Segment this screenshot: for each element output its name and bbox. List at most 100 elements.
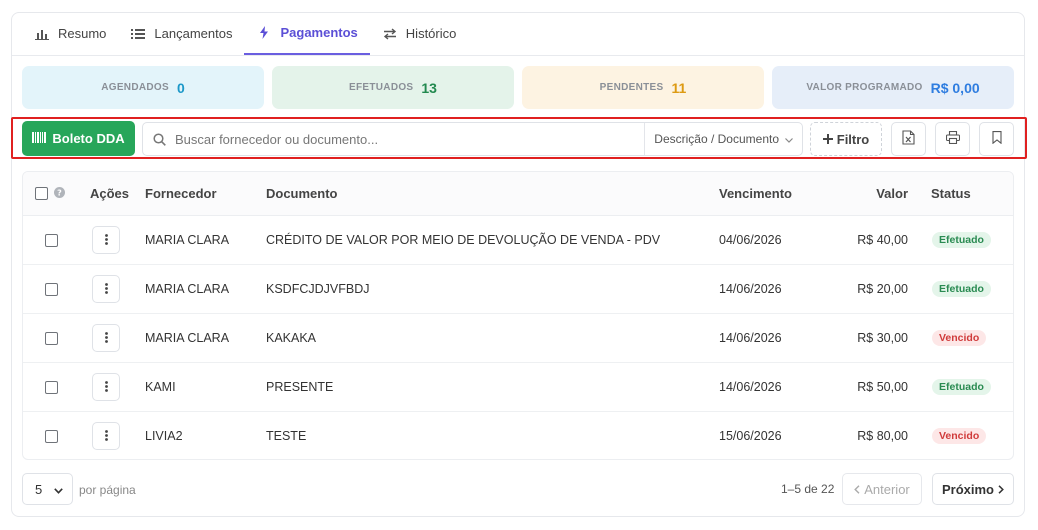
- supplier-cell: MARIA CLARA: [145, 313, 266, 363]
- row-checkbox[interactable]: [45, 331, 58, 345]
- status-cell: Efetuado: [908, 215, 1013, 265]
- document-cell: KSDFCJDJVFBDJ: [266, 264, 719, 314]
- row-actions-button[interactable]: [92, 421, 120, 450]
- stat-value: 0: [176, 79, 185, 96]
- filter-button[interactable]: Filtro: [810, 122, 882, 156]
- table-row[interactable]: KAMI PRESENTE 14/06/2026 R$ 50,00 Efetuado: [23, 362, 1013, 412]
- table-row[interactable]: MARIA CLARA KSDFCJDJVFBDJ 14/06/2026 R$ 20,…: [23, 264, 1013, 314]
- row-checkbox[interactable]: [45, 429, 58, 443]
- value-cell: R$ 20,00: [829, 264, 908, 314]
- next-page-button[interactable]: Próximo: [932, 473, 1014, 505]
- table-row[interactable]: LIVIA2 TESTE 15/06/2026 R$ 80,00 Vencido: [23, 411, 1013, 459]
- tab-label: Lançamentos: [154, 26, 233, 41]
- stat-value: 13: [421, 79, 437, 96]
- stat-card-valor-programado[interactable]: VALOR PROGRAMADO R$ 0,00: [772, 66, 1014, 109]
- stat-cards: AGENDADOS 0 EFETUADOS 13 PENDENTES 11 VA…: [22, 66, 1014, 109]
- row-actions-cell: [78, 362, 145, 412]
- table-row[interactable]: MARIA CLARA CRÉDITO DE VALOR POR MEIO DE …: [23, 215, 1013, 265]
- value-cell: R$ 80,00: [857, 428, 908, 443]
- chevron-left-icon: [854, 482, 860, 497]
- stat-label: AGENDADOS: [101, 82, 169, 93]
- tab-resumo[interactable]: Resumo: [22, 12, 118, 55]
- status-cell: Efetuado: [908, 264, 1013, 314]
- more-vertical-icon: [104, 283, 108, 294]
- document-cell: CRÉDITO DE VALOR POR MEIO DE DEVOLUÇÃO D…: [266, 215, 719, 265]
- excel-file-icon: [902, 130, 915, 148]
- status-badge: Efetuado: [932, 378, 991, 395]
- print-button[interactable]: [935, 122, 970, 156]
- row-actions-cell: [78, 411, 145, 459]
- tab-lancamentos[interactable]: Lançamentos: [118, 12, 244, 55]
- printer-icon: [945, 130, 960, 147]
- bolt-icon: [256, 26, 272, 40]
- chevron-down-icon: [785, 132, 793, 146]
- per-page-value: 5: [35, 481, 43, 497]
- search-input[interactable]: [175, 131, 645, 147]
- status-badge: Vencido: [932, 427, 987, 444]
- tab-pagamentos[interactable]: Pagamentos: [244, 12, 370, 55]
- previous-page-button[interactable]: Anterior: [842, 473, 922, 505]
- row-checkbox-cell: [23, 313, 78, 363]
- search-icon: [143, 132, 175, 146]
- row-checkbox[interactable]: [45, 282, 58, 296]
- supplier-cell: MARIA CLARA: [145, 264, 266, 314]
- row-checkbox-cell: [23, 264, 78, 314]
- due-date-cell: 15/06/2026: [719, 428, 782, 443]
- row-actions-button[interactable]: [92, 225, 120, 254]
- bookmark-icon: [991, 131, 1002, 147]
- supplier-cell: LIVIA2: [145, 428, 183, 443]
- tab-label: Histórico: [405, 26, 457, 41]
- tab-label: Resumo: [58, 26, 107, 41]
- header-fornecedor[interactable]: Fornecedor: [145, 172, 266, 216]
- header-valor[interactable]: Valor: [829, 172, 908, 216]
- stat-label: EFETUADOS: [349, 82, 414, 93]
- bookmark-button[interactable]: [979, 122, 1014, 156]
- document-cell: KAKAKA: [266, 313, 719, 363]
- boleto-dda-button[interactable]: Boleto DDA: [22, 121, 135, 156]
- export-excel-button[interactable]: [891, 122, 926, 156]
- header-status[interactable]: Status: [908, 172, 1013, 216]
- header-acoes: Ações: [78, 172, 145, 216]
- boleto-dda-label: Boleto DDA: [52, 131, 125, 146]
- row-actions-button[interactable]: [92, 274, 120, 303]
- plus-icon: [822, 132, 833, 147]
- row-checkbox-cell: [23, 362, 78, 412]
- more-vertical-icon: [104, 332, 108, 343]
- stat-card-efetuados[interactable]: EFETUADOS 13: [272, 66, 514, 109]
- table-row[interactable]: MARIA CLARA KAKAKA 14/06/2026 R$ 30,00 Venci…: [23, 313, 1013, 363]
- per-page-select[interactable]: 5: [22, 473, 73, 505]
- row-checkbox[interactable]: [45, 380, 58, 394]
- tab-bar: Resumo Lançamentos Pagamentos Histórico: [12, 12, 1024, 56]
- more-vertical-icon: [104, 381, 108, 392]
- list-icon: [130, 27, 146, 41]
- row-actions-button[interactable]: [92, 323, 120, 352]
- status-badge: Vencido: [932, 329, 987, 346]
- due-date-cell: 14/06/2026: [719, 313, 829, 363]
- document-cell: TESTE: [266, 428, 307, 443]
- row-actions-cell: [78, 313, 145, 363]
- tab-historico[interactable]: Histórico: [370, 12, 469, 55]
- row-checkbox[interactable]: [45, 233, 58, 247]
- supplier-cell: KAMI: [145, 362, 266, 412]
- select-all-checkbox[interactable]: [35, 187, 48, 201]
- status-cell: Vencido: [908, 313, 1013, 363]
- header-documento[interactable]: Documento: [266, 172, 719, 216]
- more-vertical-icon: [104, 430, 108, 442]
- table-header-row: ? Ações Fornecedor Documento Vencimento …: [23, 172, 1013, 216]
- stat-card-agendados[interactable]: AGENDADOS 0: [22, 66, 264, 109]
- status-badge: Efetuado: [932, 231, 991, 248]
- search-scope-label: Descrição / Documento: [654, 132, 779, 146]
- tab-label: Pagamentos: [280, 25, 358, 40]
- document-cell: PRESENTE: [266, 362, 719, 412]
- help-icon[interactable]: ?: [53, 186, 65, 201]
- row-checkbox-cell: [23, 215, 78, 265]
- stat-card-pendentes[interactable]: PENDENTES 11: [522, 66, 764, 109]
- row-actions-cell: [78, 264, 145, 314]
- row-actions-cell: [78, 215, 145, 265]
- previous-label: Anterior: [864, 481, 910, 497]
- per-page-label: por página: [79, 483, 136, 497]
- header-vencimento[interactable]: Vencimento: [719, 172, 829, 216]
- search-scope-select[interactable]: Descrição / Documento: [644, 123, 802, 155]
- row-actions-button[interactable]: [92, 372, 120, 401]
- chevron-right-icon: [998, 482, 1004, 497]
